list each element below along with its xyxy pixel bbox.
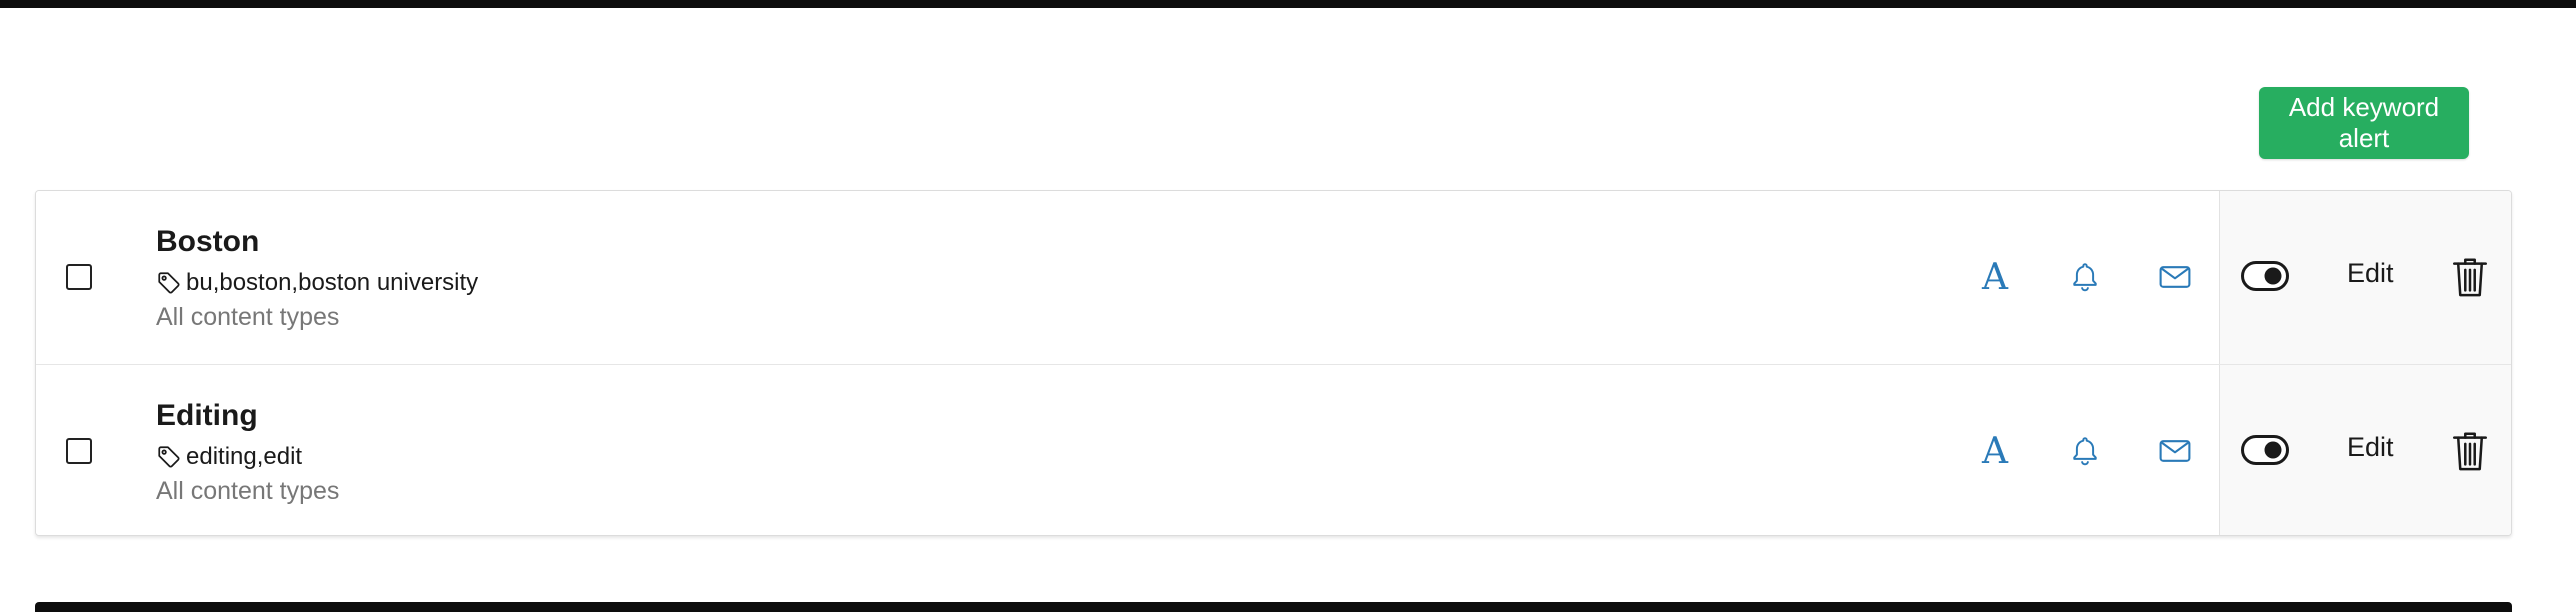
bell-icon[interactable] <box>2065 431 2105 471</box>
alert-row: Boston bu,boston,boston university All c… <box>36 191 2511 365</box>
tag-icon <box>156 270 182 296</box>
top-bar <box>0 0 2576 8</box>
row-select-checkbox[interactable] <box>66 264 92 290</box>
keyword-line: bu,boston,boston university <box>156 267 478 299</box>
font-icon[interactable]: A <box>1975 431 2015 472</box>
alert-content-types: All content types <box>156 477 340 505</box>
row-action-panel: Edit <box>2219 365 2511 535</box>
alert-row: Editing editing,edit All content types A <box>36 365 2511 535</box>
tag-icon <box>156 444 182 470</box>
bell-icon[interactable] <box>2065 257 2105 297</box>
row-select-checkbox[interactable] <box>66 438 92 464</box>
alert-keywords: editing,edit <box>186 443 303 470</box>
keyword-line: editing,edit <box>156 441 302 473</box>
edit-button[interactable]: Edit <box>2347 432 2394 463</box>
add-keyword-alert-button[interactable]: Add keyword alert <box>2259 87 2469 159</box>
bottom-bar <box>35 602 2512 612</box>
trash-icon[interactable] <box>2450 255 2490 299</box>
row-action-panel: Edit <box>2219 191 2511 364</box>
alert-title: Editing <box>156 399 258 432</box>
alert-title: Boston <box>156 225 260 258</box>
font-icon[interactable]: A <box>1975 257 2015 298</box>
alert-keywords: bu,boston,boston university <box>186 269 479 296</box>
edit-button[interactable]: Edit <box>2347 258 2394 289</box>
alert-list: Boston bu,boston,boston university All c… <box>35 190 2512 536</box>
mail-icon[interactable] <box>2155 257 2195 297</box>
toggle-icon[interactable] <box>2241 435 2289 465</box>
mail-icon[interactable] <box>2155 431 2195 471</box>
toggle-icon[interactable] <box>2241 261 2289 291</box>
alert-content-types: All content types <box>156 303 340 331</box>
trash-icon[interactable] <box>2450 429 2490 473</box>
